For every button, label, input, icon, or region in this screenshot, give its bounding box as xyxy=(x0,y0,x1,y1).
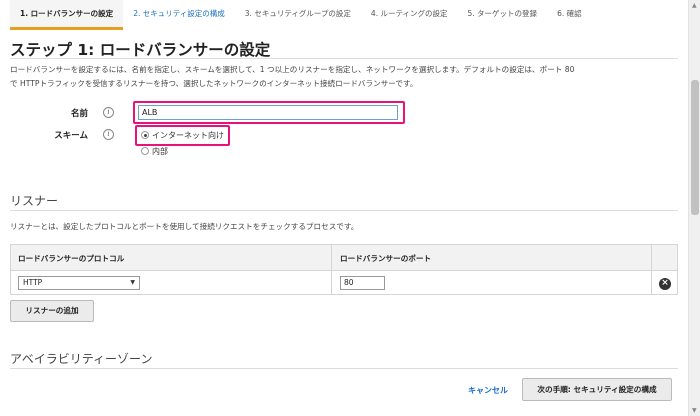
description-line-1: ロードバランサーを設定するには、名前を指定し、スキームを選択して、1 つ以上のリ… xyxy=(10,65,575,74)
scheme-internet-label: インターネット向け xyxy=(152,131,224,140)
scheme-internet-radio[interactable] xyxy=(141,131,149,139)
listeners-description: リスナーとは、設定したプロトコルとポートを使用して接続リクエストをチェックするプ… xyxy=(10,222,359,231)
scheme-label: スキーム xyxy=(54,131,88,141)
title-divider xyxy=(10,58,678,59)
scheme-info-icon[interactable]: i xyxy=(103,129,114,140)
scroll-up-icon[interactable]: ▲ xyxy=(692,2,697,9)
tab-step-6[interactable]: 6. 確認 xyxy=(547,0,592,30)
description-line-2: で HTTPトラフィックを受信するリスナーを持つ、選択したネットワークのインター… xyxy=(10,79,418,88)
next-step-button[interactable]: 次の手順: セキュリティ設定の構成 xyxy=(522,378,672,401)
scheme-internal-label: 内部 xyxy=(152,147,168,156)
scroll-thumb[interactable] xyxy=(691,80,699,215)
column-port: ロードバランサーのポート xyxy=(340,254,432,263)
vertical-scrollbar[interactable]: ▲ ▼ xyxy=(688,0,700,416)
tab-step-5[interactable]: 5. ターゲットの登録 xyxy=(458,0,548,30)
availability-zones-title: アベイラビリティーゾーン xyxy=(10,352,153,366)
page-title: ステップ 1: ロードバランサーの設定 xyxy=(10,41,271,59)
protocol-select[interactable]: HTTP ▼ xyxy=(18,276,140,290)
availability-zones-divider xyxy=(10,368,678,369)
column-protocol: ロードバランサーのプロトコル xyxy=(18,254,125,263)
listeners-table-header: ロードバランサーのプロトコル ロードバランサーのポート xyxy=(11,245,677,271)
chevron-down-icon: ▼ xyxy=(130,279,135,286)
port-input[interactable]: 80 xyxy=(340,276,385,290)
protocol-select-value: HTTP xyxy=(23,278,43,287)
scheme-internal-radio[interactable] xyxy=(141,147,149,155)
tab-step-1[interactable]: 1. ロードバランサーの設定 xyxy=(10,0,124,30)
tab-step-4[interactable]: 4. ルーティングの設定 xyxy=(361,0,458,30)
name-info-icon[interactable]: i xyxy=(103,107,114,118)
page-description: ロードバランサーを設定するには、名前を指定し、スキームを選択して、1 つ以上のリ… xyxy=(10,63,678,91)
column-divider xyxy=(331,245,332,294)
listeners-title: リスナー xyxy=(10,194,59,208)
remove-listener-icon[interactable]: × xyxy=(659,278,671,290)
add-listener-button[interactable]: リスナーの追加 xyxy=(10,300,94,322)
tab-step-2[interactable]: 2. セキュリティ設定の構成 xyxy=(123,0,235,30)
cancel-link[interactable]: キャンセル xyxy=(468,385,508,396)
wizard-tabs: 1. ロードバランサーの設定 2. セキュリティ設定の構成 3. セキュリティグ… xyxy=(0,0,688,30)
page: 1. ロードバランサーの設定 2. セキュリティ設定の構成 3. セキュリティグ… xyxy=(0,0,700,416)
scroll-down-icon[interactable]: ▼ xyxy=(692,407,697,414)
listeners-divider xyxy=(10,210,678,211)
tab-step-3[interactable]: 3. セキュリティグループの設定 xyxy=(235,0,361,30)
name-label: 名前 xyxy=(70,109,88,119)
name-input[interactable]: ALB xyxy=(138,105,398,120)
listeners-table: ロードバランサーのプロトコル ロードバランサーのポート HTTP ▼ 80 × xyxy=(10,244,678,295)
column-divider xyxy=(651,245,652,294)
